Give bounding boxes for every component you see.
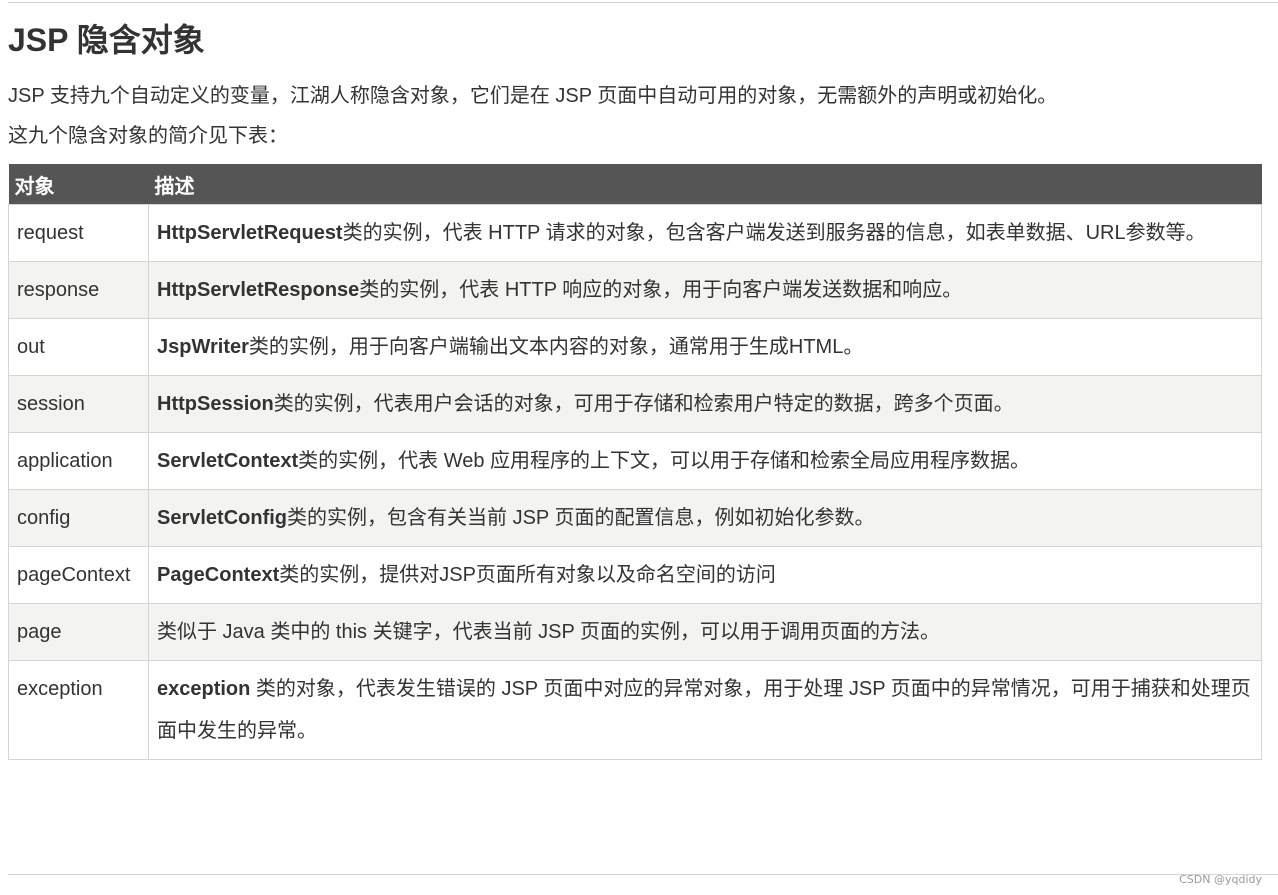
object-name: request <box>8 204 149 262</box>
header-object: 对象 <box>8 164 149 205</box>
description-text: 类的实例，提供对JSP页面所有对象以及命名空间的访问 <box>279 564 776 586</box>
watermark: CSDN @yqdidy <box>1179 873 1262 886</box>
class-name: PageContext <box>157 564 280 586</box>
table-intro-paragraph: 这九个隐含对象的简介见下表： <box>8 125 288 147</box>
object-name: exception <box>8 660 149 760</box>
intro-paragraph: JSP 支持九个自动定义的变量，江湖人称隐含对象，它们是在 JSP 页面中自动可… <box>8 85 1058 107</box>
class-name: JspWriter <box>157 336 249 358</box>
object-name: config <box>8 489 149 547</box>
class-name: ServletConfig <box>157 507 288 529</box>
description-text: 类的实例，代表用户会话的对象，可用于存储和检索用户特定的数据，跨多个页面。 <box>273 393 1014 415</box>
implicit-objects-table: 对象 描述 request HttpServletRequest类的实例，代表 … <box>8 164 1262 760</box>
object-description: exception 类的对象，代表发生错误的 JSP 页面中对应的异常对象，用于… <box>148 660 1262 760</box>
top-divider <box>8 2 1278 3</box>
table-row: session HttpSession类的实例，代表用户会话的对象，可用于存储和… <box>8 375 1262 433</box>
object-description: ServletConfig类的实例，包含有关当前 JSP 页面的配置信息，例如初… <box>148 489 1262 547</box>
page-title: JSP 隐含对象 <box>8 22 205 58</box>
bottom-divider <box>8 874 1278 875</box>
description-text: 类似于 Java 类中的 this 关键字，代表当前 JSP 页面的实例，可以用… <box>157 621 941 643</box>
table-row: config ServletConfig类的实例，包含有关当前 JSP 页面的配… <box>8 489 1262 547</box>
object-description: JspWriter类的实例，用于向客户端输出文本内容的对象，通常用于生成HTML… <box>148 318 1262 376</box>
object-name: session <box>8 375 149 433</box>
description-text: 类的实例，用于向客户端输出文本内容的对象，通常用于生成HTML。 <box>248 336 864 358</box>
object-name: response <box>8 261 149 319</box>
description-text: 类的实例，代表 Web 应用程序的上下文，可以用于存储和检索全局应用程序数据。 <box>298 450 1031 472</box>
object-description: ServletContext类的实例，代表 Web 应用程序的上下文，可以用于存… <box>148 432 1262 490</box>
header-description: 描述 <box>148 164 1262 205</box>
class-name: ServletContext <box>157 450 299 472</box>
object-description: HttpServletResponse类的实例，代表 HTTP 响应的对象，用于… <box>148 261 1262 319</box>
object-name: application <box>8 432 149 490</box>
table-header-row: 对象 描述 <box>8 164 1262 205</box>
class-name: HttpServletRequest <box>157 222 343 244</box>
table-row: out JspWriter类的实例，用于向客户端输出文本内容的对象，通常用于生成… <box>8 318 1262 376</box>
object-name: page <box>8 603 149 661</box>
description-text: 类的实例，包含有关当前 JSP 页面的配置信息，例如初始化参数。 <box>287 507 875 529</box>
object-description: HttpServletRequest类的实例，代表 HTTP 请求的对象，包含客… <box>148 204 1262 262</box>
object-description: HttpSession类的实例，代表用户会话的对象，可用于存储和检索用户特定的数… <box>148 375 1262 433</box>
page: JSP 隐含对象 JSP 支持九个自动定义的变量，江湖人称隐含对象，它们是在 J… <box>0 0 1278 895</box>
table-row: pageContext PageContext类的实例，提供对JSP页面所有对象… <box>8 546 1262 604</box>
table-row: request HttpServletRequest类的实例，代表 HTTP 请… <box>8 204 1262 262</box>
object-name: out <box>8 318 149 376</box>
class-name: HttpServletResponse <box>157 279 360 301</box>
table-row: page 类似于 Java 类中的 this 关键字，代表当前 JSP 页面的实… <box>8 603 1262 661</box>
description-text: 类的实例，代表 HTTP 响应的对象，用于向客户端发送数据和响应。 <box>359 279 963 301</box>
table-row: exception exception 类的对象，代表发生错误的 JSP 页面中… <box>8 660 1262 760</box>
description-text: 类的实例，代表 HTTP 请求的对象，包含客户端发送到服务器的信息，如表单数据、… <box>342 222 1206 244</box>
object-description: PageContext类的实例，提供对JSP页面所有对象以及命名空间的访问 <box>148 546 1262 604</box>
table-row: application ServletContext类的实例，代表 Web 应用… <box>8 432 1262 490</box>
object-description: 类似于 Java 类中的 this 关键字，代表当前 JSP 页面的实例，可以用… <box>148 603 1262 661</box>
description-text: 类的对象，代表发生错误的 JSP 页面中对应的异常对象，用于处理 JSP 页面中… <box>157 678 1251 742</box>
table-row: response HttpServletResponse类的实例，代表 HTTP… <box>8 261 1262 319</box>
class-name: HttpSession <box>157 393 274 415</box>
class-name: exception <box>157 678 251 700</box>
object-name: pageContext <box>8 546 149 604</box>
